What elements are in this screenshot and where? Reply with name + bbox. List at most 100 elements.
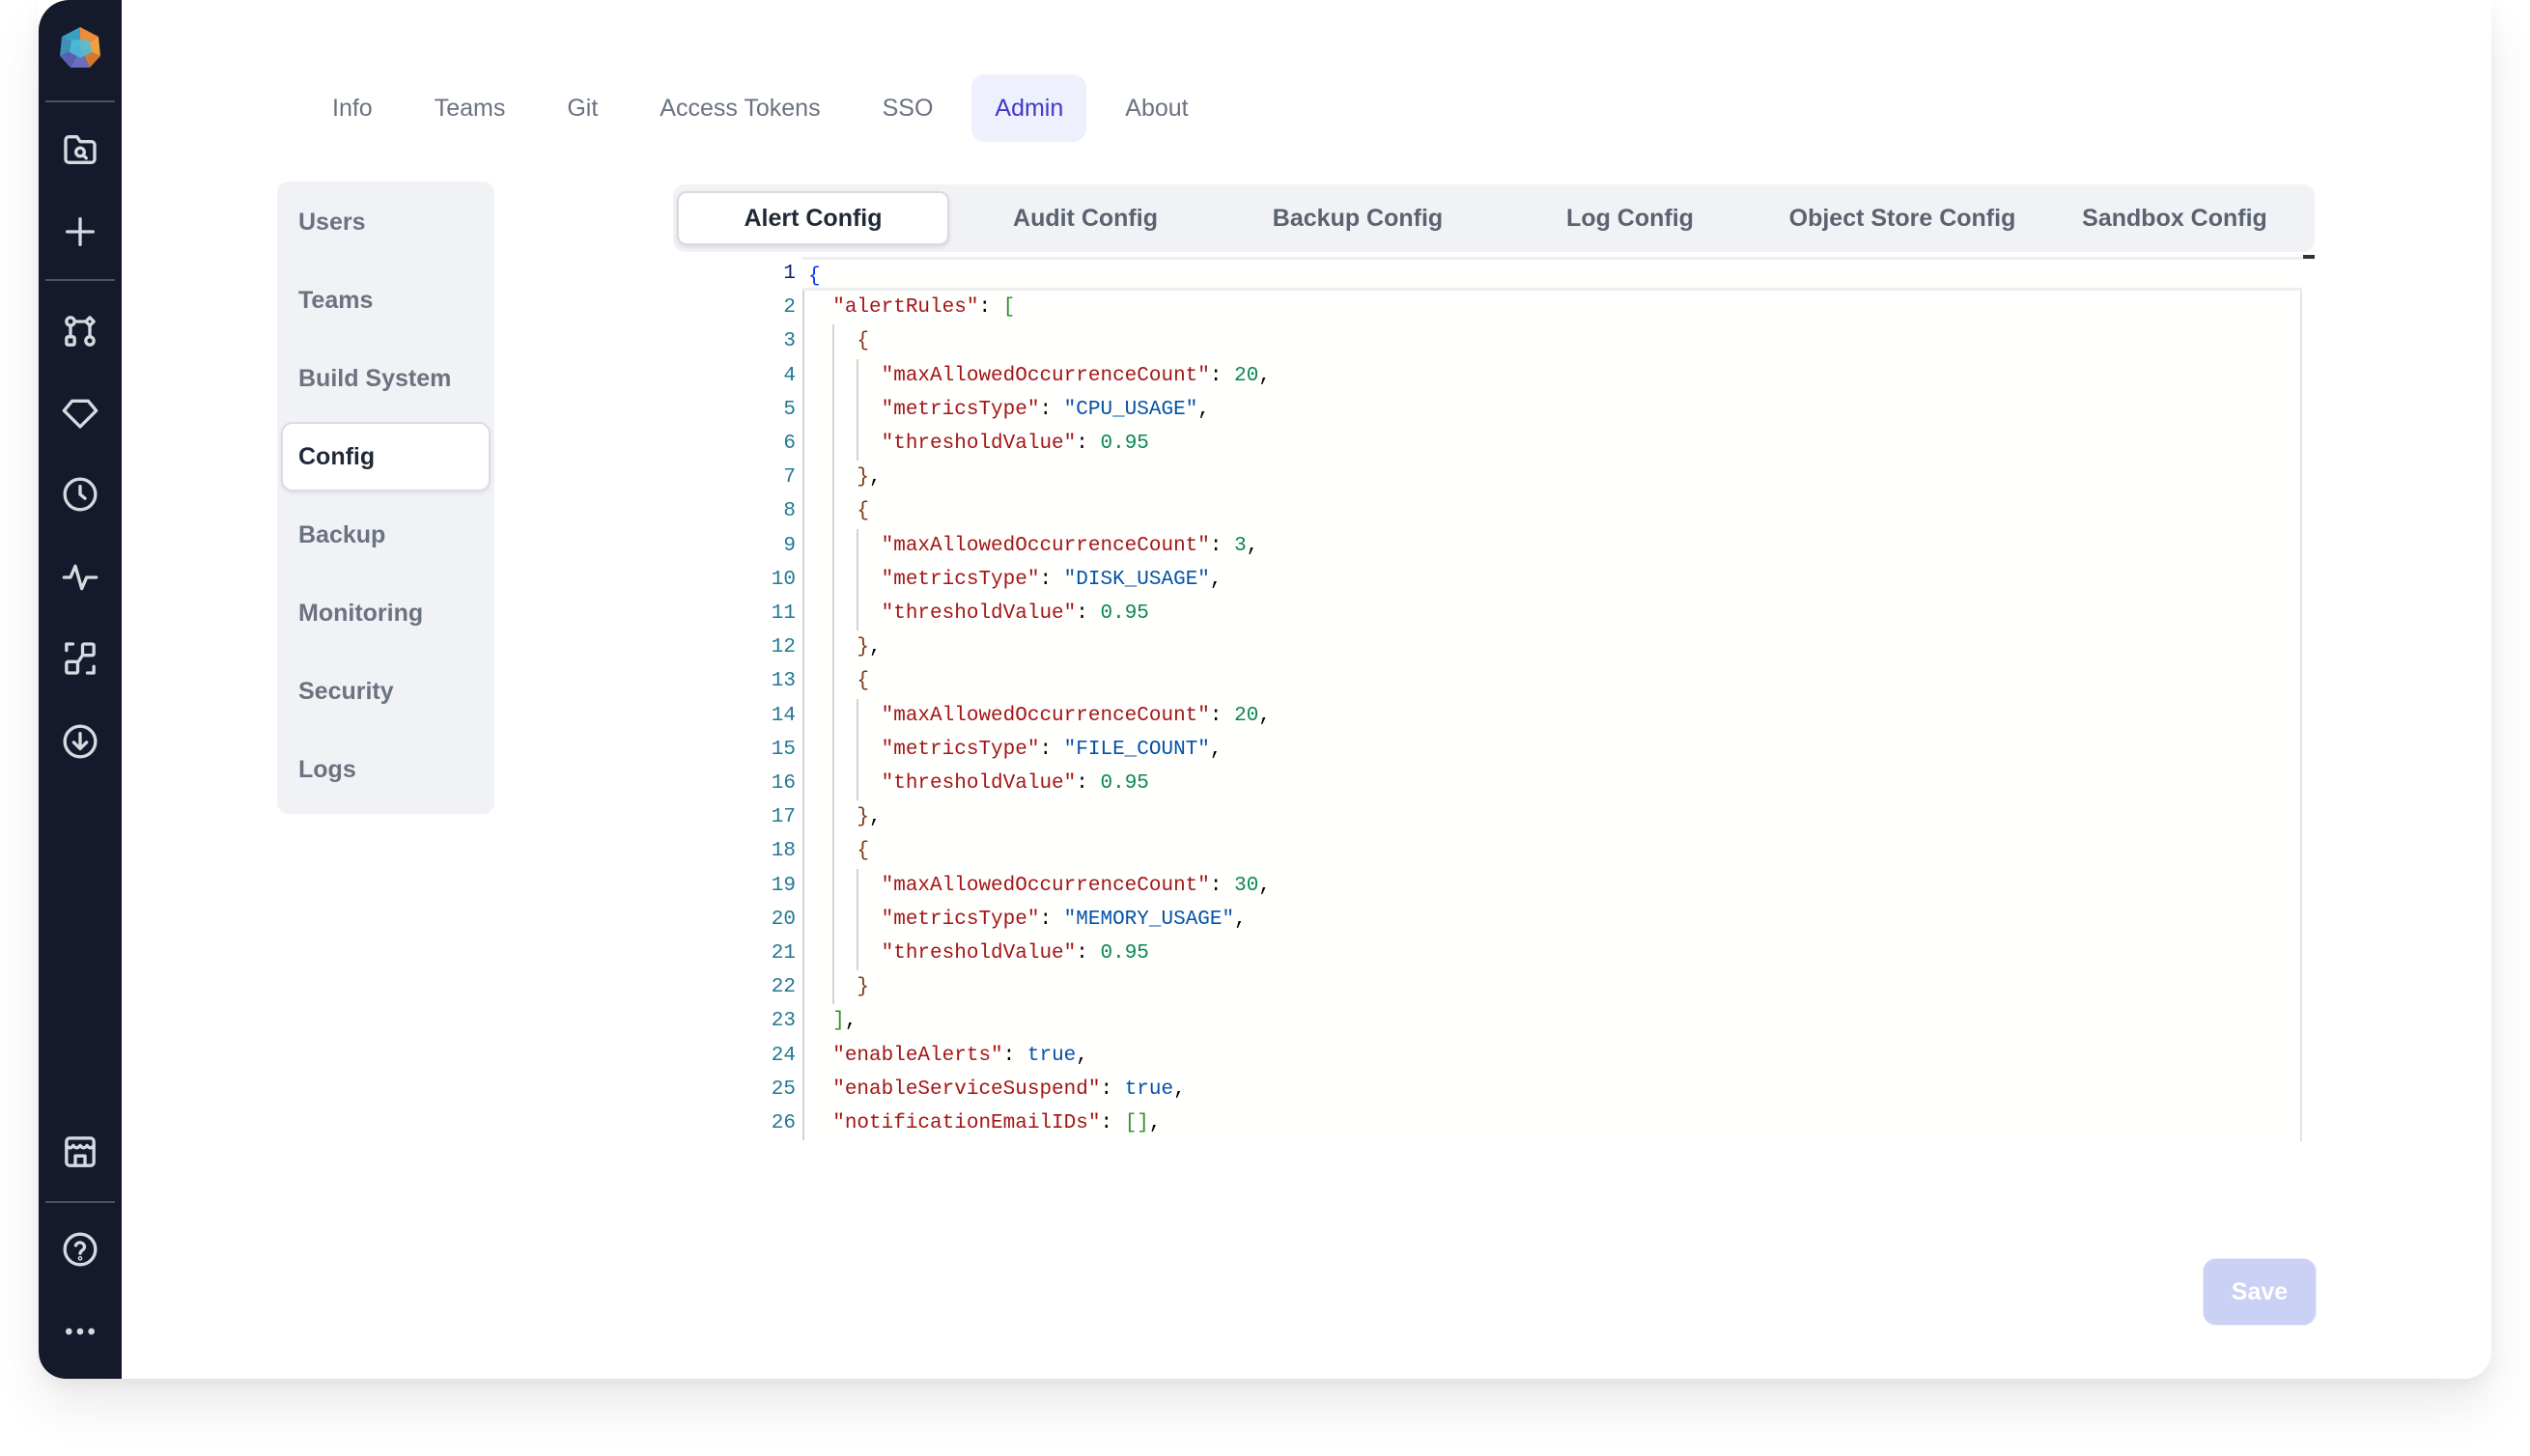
editor-line[interactable]: 16 "thresholdValue": 0.95	[715, 767, 2302, 800]
line-code: "maxAllowedOccurrenceCount": 20,	[802, 699, 2302, 733]
more-horizontal-icon[interactable]	[61, 1312, 99, 1351]
token-key: "maxAllowedOccurrenceCount"	[881, 874, 1210, 897]
config-tab-object-store-config[interactable]: Object Store Config	[1766, 191, 2038, 245]
editor-line[interactable]: 13 {	[715, 664, 2302, 698]
token-str: "CPU_USAGE"	[1063, 398, 1198, 421]
tab-info[interactable]: Info	[309, 74, 396, 142]
token-punc: :	[1209, 364, 1235, 387]
tab-git[interactable]: Git	[544, 74, 621, 142]
activity-icon[interactable]	[61, 558, 99, 597]
editor-line[interactable]: 26 "notificationEmailIDs": [],	[715, 1106, 2302, 1140]
lineage-icon[interactable]	[61, 639, 99, 678]
tab-access-tokens[interactable]: Access Tokens	[636, 74, 843, 142]
side-menu-item-config[interactable]: Config	[281, 422, 491, 491]
tab-admin[interactable]: Admin	[971, 74, 1087, 142]
editor-line[interactable]: 6 "thresholdValue": 0.95	[715, 427, 2302, 461]
pipeline-icon[interactable]	[61, 312, 99, 350]
config-tab-alert-config[interactable]: Alert Config	[677, 191, 949, 245]
editor-line[interactable]: 18 {	[715, 834, 2302, 868]
editor-line[interactable]: 15 "metricsType": "FILE_COUNT",	[715, 733, 2302, 767]
token-punc: ,	[844, 1010, 857, 1033]
editor-line[interactable]: 8 {	[715, 494, 2302, 528]
editor-line[interactable]: 4 "maxAllowedOccurrenceCount": 20,	[715, 359, 2302, 393]
editor-line[interactable]: 3 {	[715, 324, 2302, 358]
side-menu-item-teams[interactable]: Teams	[281, 266, 491, 335]
token-brace2: }	[857, 806, 870, 829]
line-code: },	[802, 630, 2302, 664]
indent-guide	[857, 698, 859, 733]
editor-line[interactable]: 11 "thresholdValue": 0.95	[715, 597, 2302, 630]
editor-line[interactable]: 5 "metricsType": "CPU_USAGE",	[715, 393, 2302, 427]
gem-icon[interactable]	[61, 393, 99, 432]
folder-search-icon[interactable]	[61, 130, 99, 169]
tab-sso[interactable]: SSO	[859, 74, 957, 142]
token-punc: ,	[1209, 738, 1223, 761]
line-number: 13	[771, 670, 796, 693]
line-number: 17	[771, 806, 796, 829]
line-code: {	[802, 494, 2302, 528]
editor-line[interactable]: 22 }	[715, 970, 2302, 1004]
admin-side-menu: Users Teams Build System Config Backup Monito…	[277, 182, 494, 814]
line-number: 14	[771, 704, 796, 727]
indent-guide	[802, 291, 804, 1141]
editor-line[interactable]: 21 "thresholdValue": 0.95	[715, 937, 2302, 970]
json-editor[interactable]: 1{2 "alertRules": [3 {4 "maxAllowedOccur…	[715, 253, 2356, 1141]
token-punc: ,	[1209, 568, 1223, 591]
editor-line[interactable]: 9 "maxAllowedOccurrenceCount": 3,	[715, 529, 2302, 563]
indent-guide	[832, 562, 835, 597]
editor-line[interactable]: 1{	[715, 257, 2302, 292]
editor-line[interactable]: 2 "alertRules": [	[715, 291, 2302, 324]
config-tab-audit-config[interactable]: Audit Config	[949, 191, 1222, 245]
download-circle-icon[interactable]	[61, 722, 99, 761]
side-menu-item-users[interactable]: Users	[281, 187, 491, 257]
editor-line[interactable]: 19 "maxAllowedOccurrenceCount": 30,	[715, 869, 2302, 903]
line-code: "enableAlerts": true,	[802, 1039, 2302, 1073]
token-num: 0.95	[1100, 772, 1149, 795]
help-circle-icon[interactable]	[61, 1230, 99, 1269]
clock-icon[interactable]	[61, 475, 99, 514]
token-key: "thresholdValue"	[881, 942, 1077, 965]
editor-line[interactable]: 25 "enableServiceSuspend": true,	[715, 1073, 2302, 1106]
editor-line[interactable]: 10 "metricsType": "DISK_USAGE",	[715, 563, 2302, 597]
line-code: },	[802, 461, 2302, 494]
save-button[interactable]: Save	[2203, 1258, 2317, 1326]
side-menu-item-security[interactable]: Security	[281, 657, 491, 726]
token-key: "alertRules"	[832, 296, 979, 320]
side-menu-item-backup[interactable]: Backup	[281, 500, 491, 570]
tab-about[interactable]: About	[1102, 74, 1211, 142]
indent-guide	[832, 767, 835, 801]
indent-guide	[832, 902, 835, 937]
editor-line[interactable]: 7 },	[715, 461, 2302, 494]
editor-line[interactable]: 12 },	[715, 630, 2302, 664]
tab-teams[interactable]: Teams	[411, 74, 529, 142]
token-punc: :	[1209, 534, 1235, 557]
side-menu-item-logs[interactable]: Logs	[281, 735, 491, 804]
editor-line[interactable]: 14 "maxAllowedOccurrenceCount": 20,	[715, 699, 2302, 733]
indent-guide	[832, 868, 835, 903]
line-code: "alertRules": [	[802, 291, 2302, 324]
logo-icon[interactable]	[58, 25, 102, 70]
token-punc: :	[978, 296, 1003, 320]
editor-line[interactable]: 20 "metricsType": "MEMORY_USAGE",	[715, 903, 2302, 937]
line-code: "enableServiceSuspend": true,	[802, 1073, 2302, 1106]
token-num: 30	[1234, 874, 1259, 897]
side-menu-item-monitoring[interactable]: Monitoring	[281, 578, 491, 648]
line-number: 16	[771, 772, 796, 795]
line-number: 25	[771, 1078, 796, 1101]
rail-divider	[45, 279, 115, 281]
line-code: "metricsType": "MEMORY_USAGE",	[802, 903, 2302, 937]
editor-line[interactable]: 17 },	[715, 800, 2302, 834]
token-punc: ,	[1173, 1078, 1186, 1101]
storefront-icon[interactable]	[61, 1133, 99, 1171]
editor-line[interactable]: 23 ],	[715, 1004, 2302, 1038]
line-number: 8	[783, 500, 796, 523]
line-number: 10	[771, 568, 796, 591]
token-brace1: [	[1002, 296, 1016, 320]
config-tab-backup-config[interactable]: Backup Config	[1222, 191, 1494, 245]
config-tab-sandbox-config[interactable]: Sandbox Config	[2038, 191, 2311, 245]
editor-line[interactable]: 24 "enableAlerts": true,	[715, 1039, 2302, 1073]
side-menu-item-build-system[interactable]: Build System	[281, 344, 491, 413]
config-tab-log-config[interactable]: Log Config	[1494, 191, 1766, 245]
plus-icon[interactable]	[61, 212, 99, 251]
indent-guide	[857, 767, 859, 801]
